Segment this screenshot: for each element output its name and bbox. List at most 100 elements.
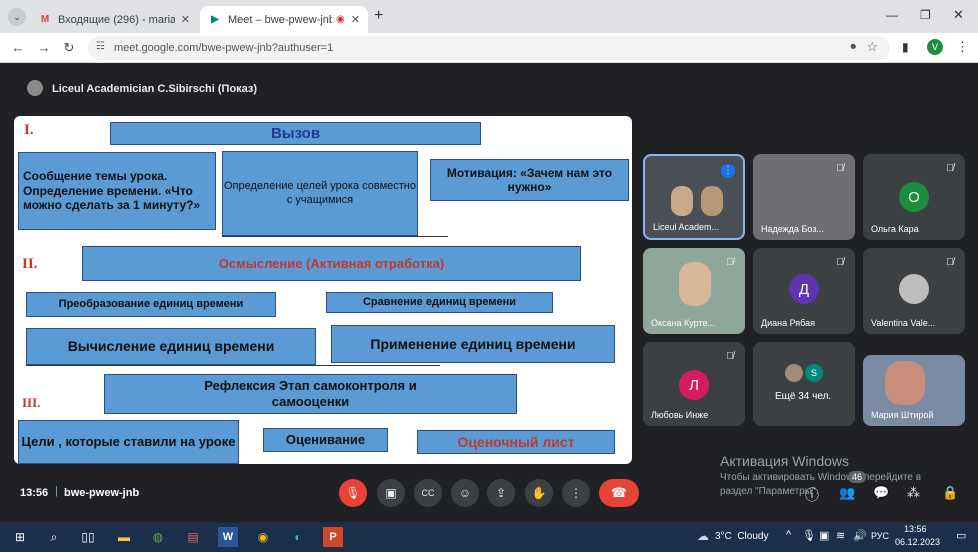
slide-box-goals: Определение целей урока совместно с учащ… bbox=[222, 151, 418, 236]
slide-box-reflection: Рефлексия Этап самоконтроля и самооценки bbox=[104, 374, 517, 414]
participant-tile[interactable]: Д 🎙̸ Диана Рябая bbox=[753, 248, 855, 334]
file-explorer-icon[interactable]: ▬ bbox=[114, 527, 134, 547]
tab-title: Meet – bwe-pwew-jnb bbox=[228, 13, 333, 26]
participant-tile[interactable]: 🎙̸ Valentina Vale... bbox=[863, 248, 965, 334]
participant-avatar: O bbox=[899, 182, 929, 212]
notification-icon[interactable]: ▭ bbox=[956, 529, 966, 542]
meeting-code: bwe-pwew-jnb bbox=[64, 487, 140, 499]
wifi-icon[interactable]: ≋ bbox=[836, 529, 845, 542]
slide-heading-challenge: Вызов bbox=[110, 122, 481, 145]
slide-box-evaluation-sheet: Оценочный лист bbox=[417, 430, 615, 454]
task-view-icon[interactable]: ▯▯ bbox=[78, 527, 98, 547]
participant-avatar: Д bbox=[789, 274, 819, 304]
info-icon[interactable]: ⓘ bbox=[805, 485, 819, 505]
participant-name: Мария Штирой bbox=[871, 410, 934, 420]
host-controls-icon[interactable]: 🔒 bbox=[942, 485, 958, 501]
tab-meet[interactable]: ▶ Meet – bwe-pwew-jnb ◉ ✕ bbox=[200, 6, 368, 33]
windows-start-icon[interactable]: ⊞ bbox=[10, 527, 30, 547]
divider bbox=[26, 365, 440, 366]
mic-toggle-button[interactable]: 🎙 bbox=[339, 479, 367, 507]
address-bar[interactable]: ☷ meet.google.com/bwe-pwew-jnb?authuser=… bbox=[88, 36, 890, 60]
mic-muted-icon: 🎙̸ bbox=[946, 257, 954, 268]
reactions-button[interactable]: ☺ bbox=[451, 479, 479, 507]
language-indicator[interactable]: РУС bbox=[871, 531, 889, 541]
participant-name: Диана Рябая bbox=[761, 318, 816, 328]
divider: | bbox=[55, 485, 58, 497]
raise-hand-button[interactable]: ✋ bbox=[525, 479, 553, 507]
close-icon[interactable]: ✕ bbox=[181, 13, 190, 26]
participant-tile[interactable]: Мария Штирой bbox=[863, 355, 965, 426]
browser-toolbar: ← → ↻ ☷ meet.google.com/bwe-pwew-jnb?aut… bbox=[0, 33, 978, 63]
word-icon[interactable]: W bbox=[218, 527, 238, 547]
participant-name: Ольга Кара bbox=[871, 224, 919, 234]
chrome-icon[interactable]: ◉ bbox=[253, 527, 273, 547]
camera-toggle-button[interactable]: ▣ bbox=[377, 479, 405, 507]
divider bbox=[222, 236, 448, 237]
more-participants-tile[interactable]: S Ещё 34 чел. bbox=[753, 342, 855, 426]
activation-text: Чтобы активировать Windows, перейдите в bbox=[720, 472, 922, 483]
participant-tile[interactable]: ⋮ Liceul Academ... bbox=[643, 154, 745, 240]
app-icon[interactable]: ◍ bbox=[148, 527, 168, 547]
more-options-button[interactable]: ⋮ bbox=[562, 479, 590, 507]
participant-tile[interactable]: O 🎙̸ Ольга Кара bbox=[863, 154, 965, 240]
profile-avatar[interactable]: V bbox=[927, 39, 943, 55]
video-feed bbox=[885, 361, 925, 405]
forward-icon[interactable]: → bbox=[36, 40, 52, 56]
participants-count-badge: 46 bbox=[848, 471, 867, 483]
mic-muted-icon: 🎙̸ bbox=[836, 163, 844, 174]
people-icon[interactable]: 👥 bbox=[839, 485, 855, 501]
new-tab-button[interactable]: + bbox=[374, 7, 383, 25]
powerpoint-icon[interactable]: P bbox=[323, 527, 343, 547]
side-panel-icon[interactable]: ▮ bbox=[902, 40, 909, 54]
minimize-button[interactable]: — bbox=[886, 8, 898, 22]
captions-button[interactable]: CC bbox=[414, 479, 442, 507]
tray-chevron-icon[interactable]: ^ bbox=[786, 529, 791, 541]
mic-muted-icon: 🎙̸ bbox=[726, 257, 734, 268]
close-window-button[interactable]: ✕ bbox=[953, 7, 964, 23]
slide-box-convert: Преобразование единиц времени bbox=[26, 292, 276, 317]
slide-box-grading: Оценивание bbox=[263, 428, 388, 452]
participant-name: Оксана Курте... bbox=[651, 318, 715, 328]
close-icon[interactable]: ✕ bbox=[351, 13, 360, 26]
roman-numeral-2: II. bbox=[22, 256, 38, 272]
participant-avatar: Л bbox=[679, 370, 709, 400]
participant-tile[interactable]: 🎙̸ Надежда Бoз... bbox=[753, 154, 855, 240]
weather-text[interactable]: 3°C Cloudy bbox=[715, 531, 768, 542]
presenter-logo bbox=[27, 80, 43, 96]
participant-name: Valentina Vale... bbox=[871, 318, 936, 328]
app-icon[interactable]: ▤ bbox=[183, 527, 203, 547]
microphone-tray-icon: 🎙 bbox=[802, 530, 816, 542]
edge-icon[interactable]: ◐ bbox=[288, 527, 308, 547]
present-button[interactable]: ⇪ bbox=[487, 479, 515, 507]
browser-tab-strip: ⌄ M Входящие (296) - maria.stiroi@ ✕ ▶ M… bbox=[0, 0, 978, 33]
menu-icon[interactable]: ⋮ bbox=[956, 39, 969, 55]
tab-search-button[interactable]: ⌄ bbox=[8, 8, 26, 26]
clock-time[interactable]: 13:56 bbox=[904, 524, 927, 534]
participant-name: Любовь Инже bbox=[651, 410, 709, 420]
participant-tile[interactable]: Л 🎙̸ Любовь Инже bbox=[643, 342, 745, 426]
video-feed bbox=[701, 186, 723, 216]
leave-call-button[interactable]: ☎ bbox=[599, 479, 639, 507]
speaking-indicator-icon: ⋮ bbox=[721, 164, 735, 178]
search-icon[interactable]: ⌕ bbox=[44, 527, 64, 547]
tab-gmail[interactable]: M Входящие (296) - maria.stiroi@ ✕ bbox=[30, 6, 198, 33]
clock-date[interactable]: 06.12.2023 bbox=[895, 537, 940, 547]
camera-icon[interactable]: ⏺ bbox=[851, 41, 857, 54]
url-text: meet.google.com/bwe-pwew-jnb?authuser=1 bbox=[114, 42, 334, 54]
volume-icon[interactable]: 🔊 bbox=[853, 529, 867, 542]
reload-icon[interactable]: ↻ bbox=[61, 40, 77, 56]
presenter-title: Liceul Academician C.Sibirschi (Показ) bbox=[52, 83, 258, 95]
mic-muted-icon: 🎙̸ bbox=[726, 351, 734, 362]
presentation-slide: I. Вызов Сообщение темы урока. Определен… bbox=[14, 116, 632, 464]
video-feed bbox=[671, 186, 693, 216]
restore-button[interactable]: ❐ bbox=[920, 8, 931, 22]
back-icon[interactable]: ← bbox=[10, 40, 26, 56]
participant-tile[interactable]: 🎙̸ Оксана Курте... bbox=[643, 248, 745, 334]
chat-icon[interactable]: 💬 bbox=[873, 485, 889, 501]
slide-box-apply: Применение единиц времени bbox=[331, 325, 615, 363]
bookmark-star-icon[interactable]: ☆ bbox=[866, 39, 878, 55]
slide-box-aims: Цели , которые ставили на уроке bbox=[18, 420, 239, 464]
slide-box-topic: Сообщение темы урока. Определение времен… bbox=[18, 152, 216, 230]
site-info-icon[interactable]: ☷ bbox=[96, 41, 105, 52]
activities-icon[interactable]: ⁂ bbox=[907, 485, 920, 501]
